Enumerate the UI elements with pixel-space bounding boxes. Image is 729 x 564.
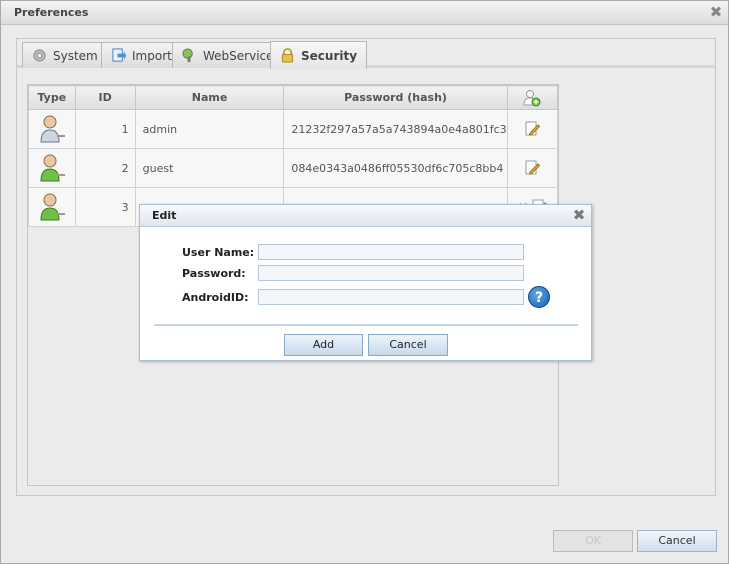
cell-name: admin [134, 109, 285, 149]
dialog-titlebar: Edit ✖ [140, 205, 591, 227]
username-field[interactable] [258, 244, 524, 260]
gear-icon [33, 49, 46, 62]
tab-strip: System Import WebService Security [17, 39, 715, 69]
col-id: ID [74, 85, 136, 110]
help-icon[interactable]: ? [528, 286, 550, 308]
tab-webservice[interactable]: WebService [172, 42, 284, 68]
dialog-body: User Name: Password: AndroidID: ? Add Ca… [140, 228, 591, 360]
add-user-icon[interactable] [523, 89, 541, 107]
ok-button[interactable]: OK [553, 530, 633, 552]
tab-system[interactable]: System [22, 42, 108, 68]
cell-password: 084e0343a0486ff05530df6c705c8bb4 [283, 148, 508, 188]
cell-type [28, 187, 76, 227]
tab-label: Import [132, 48, 172, 63]
table-row[interactable]: 1 admin 21232f297a57a5a743894a0e4a801fc3 [28, 109, 559, 149]
cell-type [28, 109, 76, 149]
dialog-cancel-button[interactable]: Cancel [368, 334, 448, 356]
admin-user-icon [40, 115, 65, 143]
titlebar: Preferences ✖ [1, 1, 728, 25]
edit-icon[interactable] [525, 160, 540, 176]
androidid-label: AndroidID: [182, 291, 249, 304]
user-icon [40, 193, 65, 221]
password-field[interactable] [258, 265, 524, 281]
username-label: User Name: [182, 246, 255, 259]
col-password: Password (hash) [283, 85, 508, 110]
webservice-icon [182, 48, 193, 63]
cell-id: 2 [74, 148, 136, 188]
col-name: Name [134, 85, 285, 110]
close-icon[interactable]: ✖ [572, 208, 586, 223]
close-icon[interactable]: ✖ [709, 5, 723, 20]
password-label: Password: [182, 267, 246, 280]
import-icon [112, 48, 126, 62]
window-title: Preferences [14, 6, 89, 19]
cell-type [28, 148, 76, 188]
tab-label: System [53, 48, 98, 63]
user-icon [40, 154, 65, 182]
cancel-button[interactable]: Cancel [637, 530, 717, 552]
tab-label: Security [301, 48, 358, 63]
tab-security[interactable]: Security [270, 41, 368, 69]
table-header-row: Type ID Name Password (hash) [28, 85, 559, 110]
lock-icon [281, 48, 294, 63]
add-button[interactable]: Add [284, 334, 363, 356]
cell-actions [506, 109, 559, 149]
tab-label: WebService [203, 48, 274, 63]
cell-actions [506, 148, 559, 188]
edit-icon[interactable] [525, 121, 540, 137]
androidid-field[interactable] [258, 289, 524, 305]
dialog-separator [154, 324, 578, 326]
tab-import[interactable]: Import [101, 42, 182, 68]
cell-id: 3 [74, 187, 136, 227]
cell-name: guest [134, 148, 285, 188]
col-type: Type [28, 85, 76, 110]
cell-password: 21232f297a57a5a743894a0e4a801fc3 [283, 109, 508, 149]
dialog-title: Edit [152, 209, 177, 222]
cell-id: 1 [74, 109, 136, 149]
col-actions [506, 85, 559, 110]
table-row[interactable]: 2 guest 084e0343a0486ff05530df6c705c8bb4 [28, 148, 559, 188]
edit-dialog: Edit ✖ User Name: Password: AndroidID: ?… [139, 204, 592, 361]
